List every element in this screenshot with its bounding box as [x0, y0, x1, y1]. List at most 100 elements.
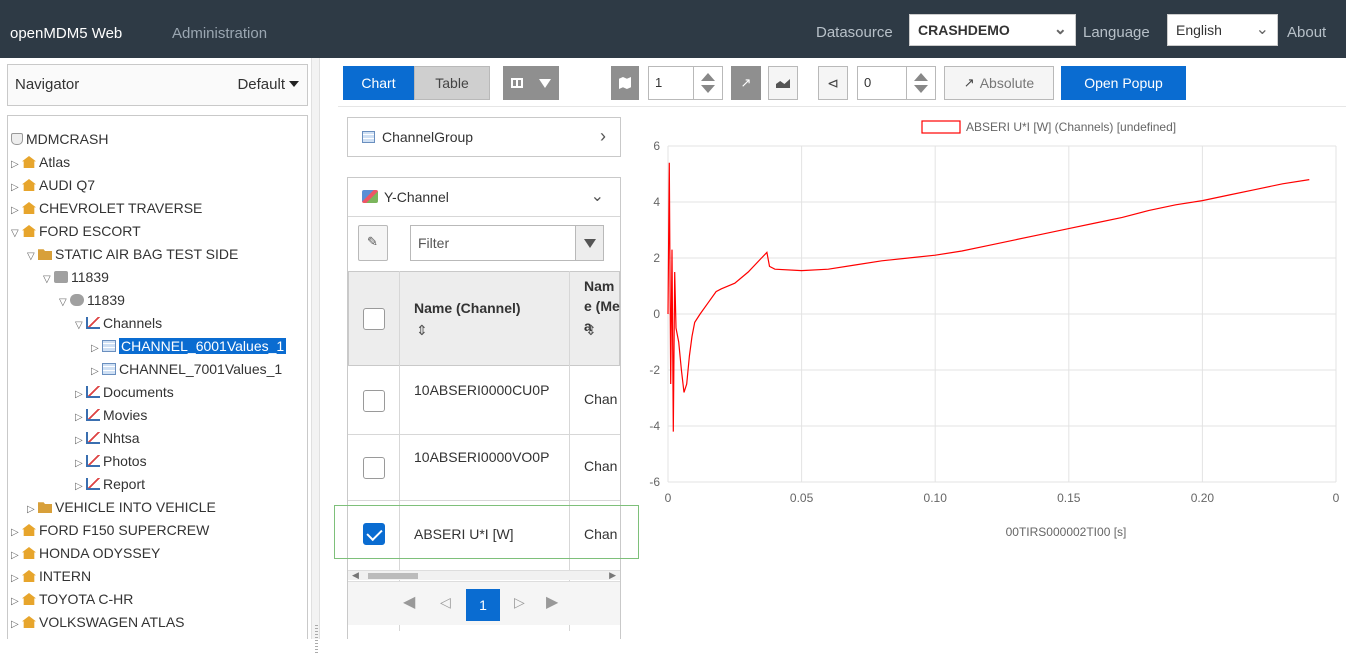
language-select[interactable]: English ⌄ — [1167, 14, 1278, 46]
collapse-icon[interactable]: ▽ — [59, 293, 70, 313]
house-icon — [22, 524, 36, 536]
tree-node-channel-7001[interactable]: ▷ CHANNEL_7001Values_1 — [91, 359, 282, 379]
scroll-left-icon[interactable]: ◀ — [352, 570, 359, 581]
x-value-input[interactable]: 1 — [648, 66, 694, 100]
column-header-name[interactable]: Name (Channel) — [414, 298, 564, 318]
row-checkbox[interactable] — [363, 457, 385, 479]
share-button[interactable]: ⊲ — [818, 66, 848, 100]
row-checkbox[interactable] — [363, 390, 385, 412]
expand-icon[interactable]: ▷ — [75, 431, 86, 451]
tree-node-static-air-bag[interactable]: ▽ STATIC AIR BAG TEST SIDE — [27, 244, 238, 264]
tree-node-channel-6001[interactable]: ▷ CHANNEL_6001Values_1 — [91, 336, 287, 359]
administration-link[interactable]: Administration — [172, 25, 267, 42]
tree-node-documents[interactable]: ▷ Documents — [75, 382, 174, 402]
sort-icon[interactable]: ⇕ — [585, 322, 597, 339]
splitter-grip-icon[interactable] — [315, 623, 318, 653]
open-popup-button[interactable]: Open Popup — [1061, 66, 1186, 100]
horizontal-scrollbar[interactable]: ◀ ▶ — [348, 570, 620, 580]
app-title[interactable]: openMDM5 Web — [10, 25, 122, 42]
grid-header — [348, 271, 620, 366]
expand-icon[interactable]: ▷ — [11, 155, 22, 175]
x-value-stepper[interactable] — [693, 66, 723, 100]
y-value-stepper[interactable] — [906, 66, 936, 100]
panel-splitter[interactable] — [311, 58, 320, 653]
about-link[interactable]: About — [1287, 24, 1326, 41]
navigator-dropdown[interactable]: Default — [237, 76, 285, 93]
scrollbar-thumb[interactable] — [368, 573, 418, 579]
first-page-icon[interactable]: ◀​ — [403, 592, 415, 612]
absolute-button[interactable]: ↗ Absolute — [944, 66, 1054, 100]
tree-node-volkswagen[interactable]: ▷ VOLKSWAGEN ATLAS — [11, 612, 185, 632]
tree-node-ford-f150[interactable]: ▷ FORD F150 SUPERCREW — [11, 520, 209, 540]
tree-node-mdmcrash[interactable]: MDMCRASH — [11, 129, 108, 149]
expand-icon[interactable]: ▷ — [11, 592, 22, 612]
tab-chart[interactable]: Chart — [343, 66, 414, 100]
tree-node-atlas[interactable]: ▷ Atlas — [11, 152, 70, 172]
tree-node-test[interactable]: ▽ 11839 — [43, 267, 109, 287]
expand-icon[interactable]: ▷ — [75, 408, 86, 428]
select-all-checkbox[interactable] — [363, 308, 385, 330]
teststep-icon — [70, 294, 84, 306]
navigator-header: Navigator Default — [7, 64, 308, 106]
sort-icon[interactable]: ⇕ — [416, 322, 428, 339]
expand-icon[interactable]: ▷ — [75, 477, 86, 497]
prev-page-icon[interactable]: ◁ — [440, 594, 451, 611]
page-number-button[interactable]: 1 — [466, 589, 500, 621]
tree-node-vehicle-into-vehicle[interactable]: ▷ VEHICLE INTO VEHICLE — [27, 497, 216, 517]
expand-icon[interactable]: ▷ — [91, 362, 102, 382]
collapse-icon[interactable]: ▽ — [43, 270, 54, 290]
columns-toggle-button[interactable] — [503, 66, 531, 100]
expand-icon[interactable]: ▷ — [11, 615, 22, 635]
collapse-icon[interactable]: ▽ — [27, 247, 38, 267]
expand-icon[interactable]: ▷ — [11, 178, 22, 198]
datasource-value: CRASHDEMO — [918, 22, 1010, 38]
filter-toggle-button[interactable] — [531, 66, 559, 100]
channel-group-label: ChannelGroup — [382, 129, 474, 145]
tree-node-audi[interactable]: ▷ AUDI Q7 — [11, 175, 95, 195]
expand-icon[interactable]: ▷ — [11, 546, 22, 566]
tree-node-nhtsa[interactable]: ▷ Nhtsa — [75, 428, 140, 448]
house-icon — [22, 156, 36, 168]
tree-node-photos[interactable]: ▷ Photos — [75, 451, 147, 471]
y-value-input[interactable]: 0 — [857, 66, 907, 100]
chevron-down-icon[interactable]: ⌄ — [591, 186, 604, 206]
edit-filter-button[interactable]: ✎ — [358, 225, 388, 261]
x-tick-label: 0.10 — [924, 491, 948, 505]
tab-table[interactable]: Table — [414, 66, 490, 100]
expand-icon[interactable]: ▷ — [27, 500, 38, 520]
expand-icon[interactable]: ▷ — [91, 339, 102, 359]
tree-node-channels[interactable]: ▽ Channels — [75, 313, 162, 333]
expand-icon[interactable]: ▷ — [11, 569, 22, 589]
collapse-icon[interactable]: ▽ — [11, 224, 22, 244]
navigator-tree: MDMCRASH ▷ Atlas ▷ AUDI Q7 ▷ CHEVROLET TRAV… — [7, 115, 308, 639]
collapse-icon[interactable]: ▽ — [75, 316, 86, 336]
expand-icon[interactable]: ▷ — [75, 385, 86, 405]
next-page-icon[interactable]: ▷ — [514, 594, 525, 611]
expand-icon[interactable]: ▷ — [11, 201, 22, 221]
tree-node-label: INTERN — [39, 568, 92, 584]
tree-node-honda[interactable]: ▷ HONDA ODYSSEY — [11, 543, 160, 563]
tree-node-movies[interactable]: ▷ Movies — [75, 405, 147, 425]
scroll-right-icon[interactable]: ▶ — [609, 570, 616, 581]
tree-node-ford-escort[interactable]: ▽ FORD ESCORT — [11, 221, 141, 241]
filter-button[interactable] — [575, 225, 604, 261]
tree-node-chevrolet[interactable]: ▷ CHEVROLET TRAVERSE — [11, 198, 202, 218]
last-page-icon[interactable]: ▶ — [546, 592, 558, 612]
caret-down-icon[interactable] — [289, 81, 299, 87]
tree-node-intern[interactable]: ▷ INTERN — [11, 566, 91, 586]
datasource-select[interactable]: CRASHDEMO ⌄ — [909, 14, 1076, 46]
tree-node-report[interactable]: ▷ Report — [75, 474, 145, 494]
tree-node-teststep[interactable]: ▽ 11839 — [59, 290, 125, 310]
legend-swatch[interactable] — [921, 120, 961, 134]
house-icon — [22, 593, 36, 605]
chevron-right-icon[interactable]: › — [600, 126, 606, 147]
legend-label[interactable]: ABSERI U*I [W] (Channels) [undefined] — [966, 120, 1176, 134]
expand-icon[interactable]: ▷ — [11, 523, 22, 543]
tree-node-toyota[interactable]: ▷ TOYOTA C-HR — [11, 589, 133, 609]
area-chart-button[interactable] — [768, 66, 798, 100]
expand-icon[interactable]: ▷ — [75, 454, 86, 474]
y-tick-label: 0 — [653, 307, 660, 321]
line-chart-button[interactable]: ↗ — [731, 66, 761, 100]
map-toggle-button[interactable] — [611, 66, 639, 100]
channel-group-panel[interactable]: ChannelGroup › — [347, 117, 621, 157]
